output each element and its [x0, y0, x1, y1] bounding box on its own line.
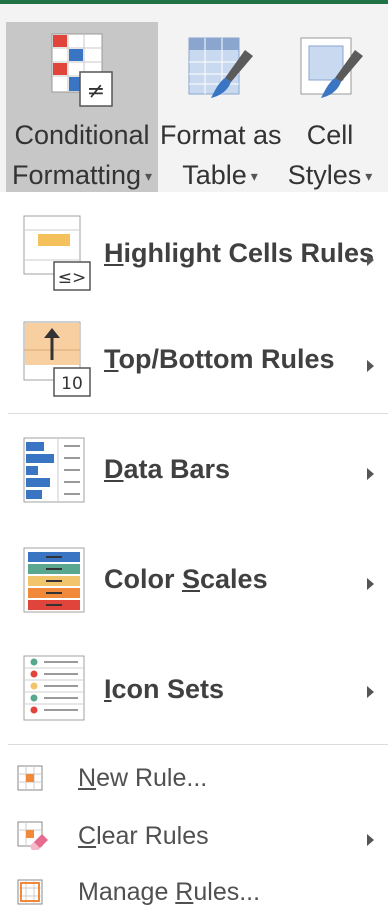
- color-scales-label: Color Scales: [104, 564, 268, 594]
- submenu-arrow-icon: [367, 468, 374, 480]
- submenu-arrow-icon: [367, 254, 374, 266]
- menu-separator: [8, 744, 388, 745]
- menu-item-color-scales[interactable]: Color Scales: [0, 536, 388, 636]
- format-as-table-button[interactable]: Format as Table ▾: [160, 22, 282, 196]
- highlight-cells-rules-label: Highlight Cells Rules: [104, 238, 375, 268]
- new-rule-icon: [16, 764, 46, 799]
- top-bottom-rules-icon: 10: [22, 320, 92, 405]
- manage-rules-label: Manage Rules...: [78, 878, 261, 906]
- color-scales-icon: [22, 546, 88, 621]
- clear-rules-label: Clear Rules: [78, 822, 209, 850]
- cell-styles-button[interactable]: Cell Styles ▾: [282, 22, 378, 196]
- clear-rules-icon: [16, 820, 50, 857]
- menu-item-data-bars[interactable]: Data Bars: [0, 426, 388, 526]
- conditional-formatting-icon: ≠: [50, 32, 114, 113]
- top-bottom-rules-label: Top/Bottom Rules: [104, 344, 335, 374]
- conditional-formatting-label-line1: Conditional: [14, 120, 150, 150]
- new-rule-label: New Rule...: [78, 764, 208, 792]
- submenu-arrow-icon: [367, 360, 374, 372]
- conditional-formatting-menu: ≤> Highlight Cells Rules 10 Top/Bottom R…: [0, 192, 388, 924]
- cell-styles-label-line2: Styles ▾: [287, 160, 373, 190]
- svg-text:≠: ≠: [87, 79, 105, 104]
- menu-item-clear-rules[interactable]: Clear Rules: [0, 810, 388, 862]
- format-as-table-icon: [185, 32, 255, 113]
- menu-item-top-bottom-rules[interactable]: 10 Top/Bottom Rules: [0, 316, 388, 412]
- icon-sets-label: Icon Sets: [104, 674, 225, 704]
- dropdown-caret-icon: ▾: [145, 168, 153, 185]
- data-bars-label: Data Bars: [104, 454, 231, 484]
- conditional-formatting-label-line2: Formatting ▾: [11, 160, 153, 190]
- menu-item-highlight-cells-rules[interactable]: ≤> Highlight Cells Rules: [0, 210, 388, 306]
- format-as-table-label-line2: Table ▾: [182, 160, 258, 190]
- menu-separator: [8, 413, 388, 414]
- svg-text:≤>: ≤>: [58, 268, 87, 288]
- format-as-table-label-line1: Format as: [160, 120, 282, 150]
- svg-text:10: 10: [61, 374, 83, 394]
- icon-sets-icon: [22, 654, 88, 729]
- ribbon-styles-group: ≠ Conditional Formatting ▾ Format as Tabl…: [0, 4, 388, 196]
- cell-styles-icon: [295, 32, 365, 113]
- submenu-arrow-icon: [367, 834, 374, 846]
- dropdown-caret-icon: ▾: [250, 168, 258, 185]
- submenu-arrow-icon: [367, 686, 374, 698]
- data-bars-icon: [22, 436, 88, 511]
- cell-styles-label-line1: Cell: [306, 120, 354, 150]
- menu-item-new-rule[interactable]: New Rule...: [0, 752, 388, 804]
- dropdown-caret-icon: ▾: [365, 168, 373, 185]
- menu-item-icon-sets[interactable]: Icon Sets: [0, 646, 388, 746]
- highlight-cells-rules-icon: ≤>: [22, 214, 92, 299]
- manage-rules-icon: [16, 878, 46, 913]
- submenu-arrow-icon: [367, 578, 374, 590]
- menu-item-manage-rules[interactable]: Manage Rules...: [0, 866, 388, 918]
- conditional-formatting-button[interactable]: ≠ Conditional Formatting ▾: [6, 22, 158, 196]
